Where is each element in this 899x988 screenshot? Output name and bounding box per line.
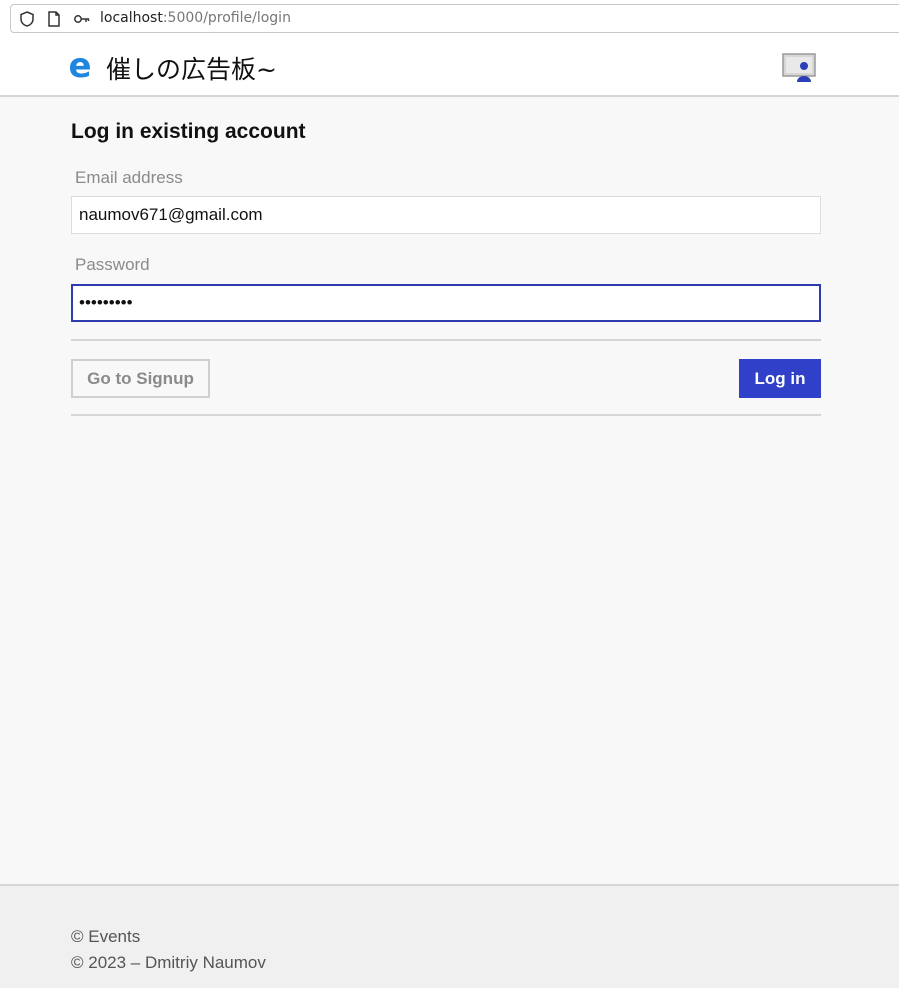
key-icon[interactable] [73, 10, 91, 28]
site-footer: © Events © 2023 – Dmitriy Naumov [0, 884, 899, 988]
divider [71, 339, 821, 341]
log-in-button[interactable]: Log in [739, 359, 821, 398]
page-title: Log in existing account [71, 120, 306, 143]
url-host: localhost [100, 10, 163, 26]
password-field[interactable] [71, 284, 821, 322]
site-header: e 催しの広告板~ [0, 38, 899, 97]
footer-copyright-events: © Events [71, 927, 141, 946]
browser-toolbar: localhost:5000/profile/login [0, 0, 899, 38]
site-title[interactable]: 催しの広告板~ [106, 50, 277, 86]
email-field[interactable] [71, 196, 821, 234]
logo-e-icon[interactable]: e [66, 49, 94, 83]
profile-avatar-icon[interactable] [782, 53, 816, 82]
email-label: Email address [75, 168, 183, 187]
divider [71, 414, 821, 416]
url-path: :5000/profile/login [162, 10, 291, 26]
address-bar[interactable]: localhost:5000/profile/login [10, 4, 899, 33]
url-text[interactable]: localhost:5000/profile/login [100, 10, 291, 26]
footer-copyright-author: © 2023 – Dmitriy Naumov [71, 953, 266, 972]
shield-icon[interactable] [18, 10, 36, 28]
go-to-signup-button[interactable]: Go to Signup [71, 359, 210, 398]
password-label: Password [75, 255, 150, 274]
page-icon [45, 10, 63, 28]
